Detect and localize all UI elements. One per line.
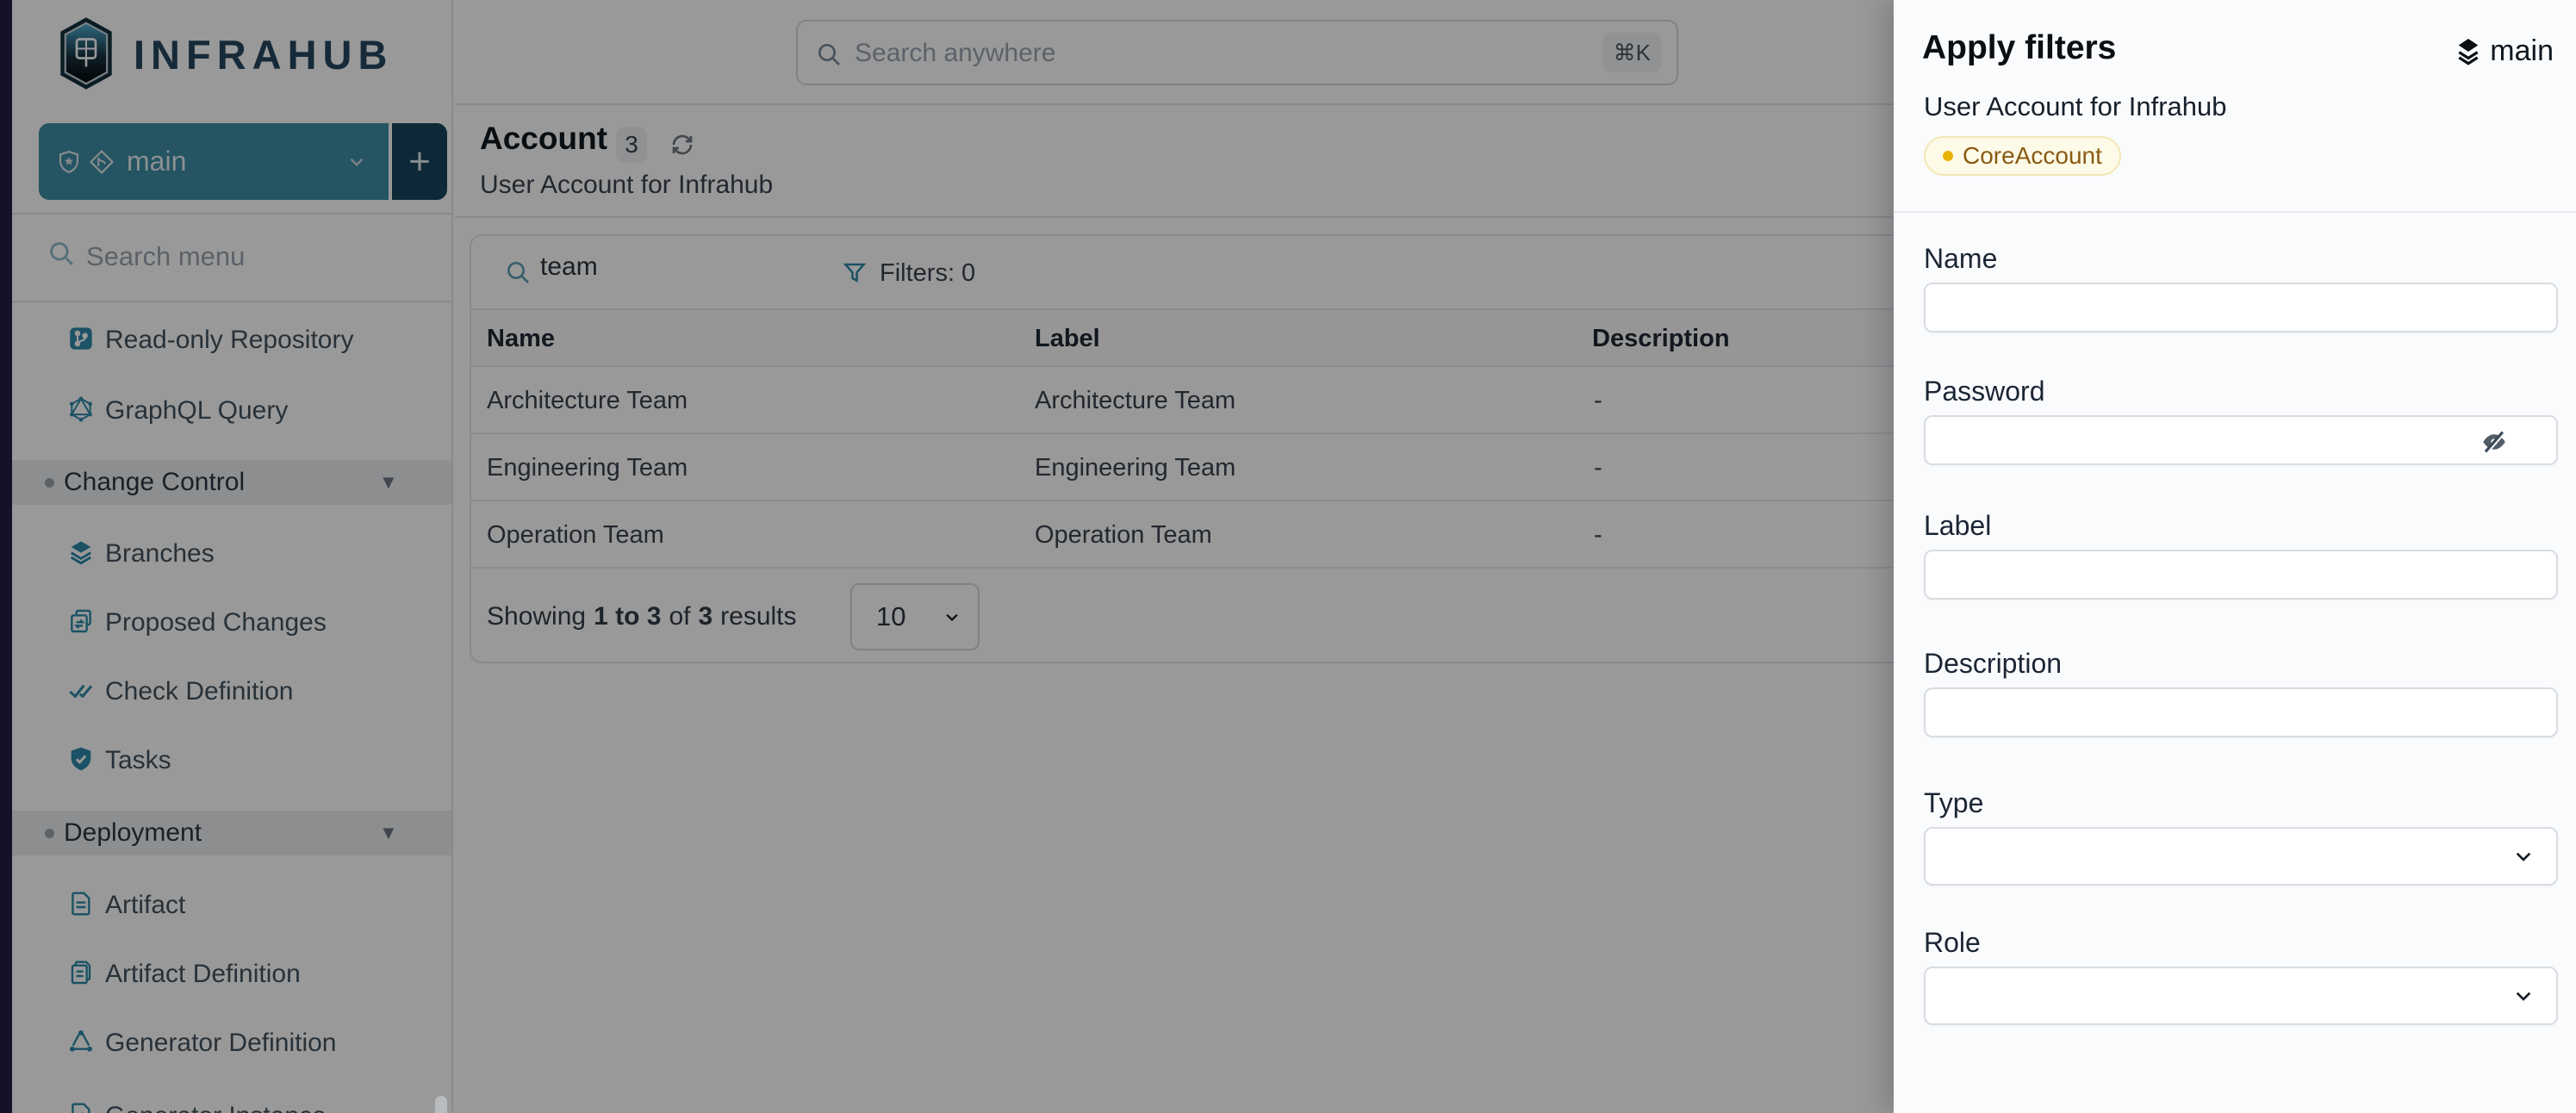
- password-field[interactable]: [1924, 415, 2558, 465]
- field-label-type: Type: [1924, 787, 1983, 819]
- sidebar-scrollbar-thumb[interactable]: [435, 1096, 447, 1113]
- drawer-branch-indicator: main: [2455, 34, 2554, 68]
- field-label-description: Description: [1924, 648, 2062, 680]
- app-root: INFRAHUB main: [0, 0, 2576, 1113]
- field-label-password: Password: [1924, 376, 2045, 407]
- divider: [1894, 211, 2576, 213]
- type-select[interactable]: [1924, 827, 2558, 886]
- apply-filters-drawer: Apply filters main User Account for Infr…: [1894, 0, 2576, 1113]
- eye-off-icon[interactable]: [2480, 427, 2509, 457]
- badge-dot: [1943, 151, 1953, 161]
- chevron-down-icon: [2510, 982, 2537, 1010]
- description-field[interactable]: [1924, 687, 2558, 737]
- drawer-subtitle: User Account for Infrahub: [1924, 91, 2227, 122]
- drawer-title: Apply filters: [1922, 29, 2116, 67]
- field-label-label: Label: [1924, 510, 1991, 542]
- field-label-role: Role: [1924, 927, 1981, 959]
- name-field[interactable]: [1924, 283, 2558, 333]
- field-label-name: Name: [1924, 243, 1997, 275]
- chevron-down-icon: [2510, 843, 2537, 870]
- drawer-branch-name: main: [2490, 34, 2554, 68]
- kind-badge: CoreAccount: [1924, 136, 2121, 176]
- badge-label: CoreAccount: [1963, 142, 2102, 170]
- label-field[interactable]: [1924, 550, 2558, 600]
- role-select[interactable]: [1924, 967, 2558, 1025]
- layers-icon: [2455, 37, 2481, 66]
